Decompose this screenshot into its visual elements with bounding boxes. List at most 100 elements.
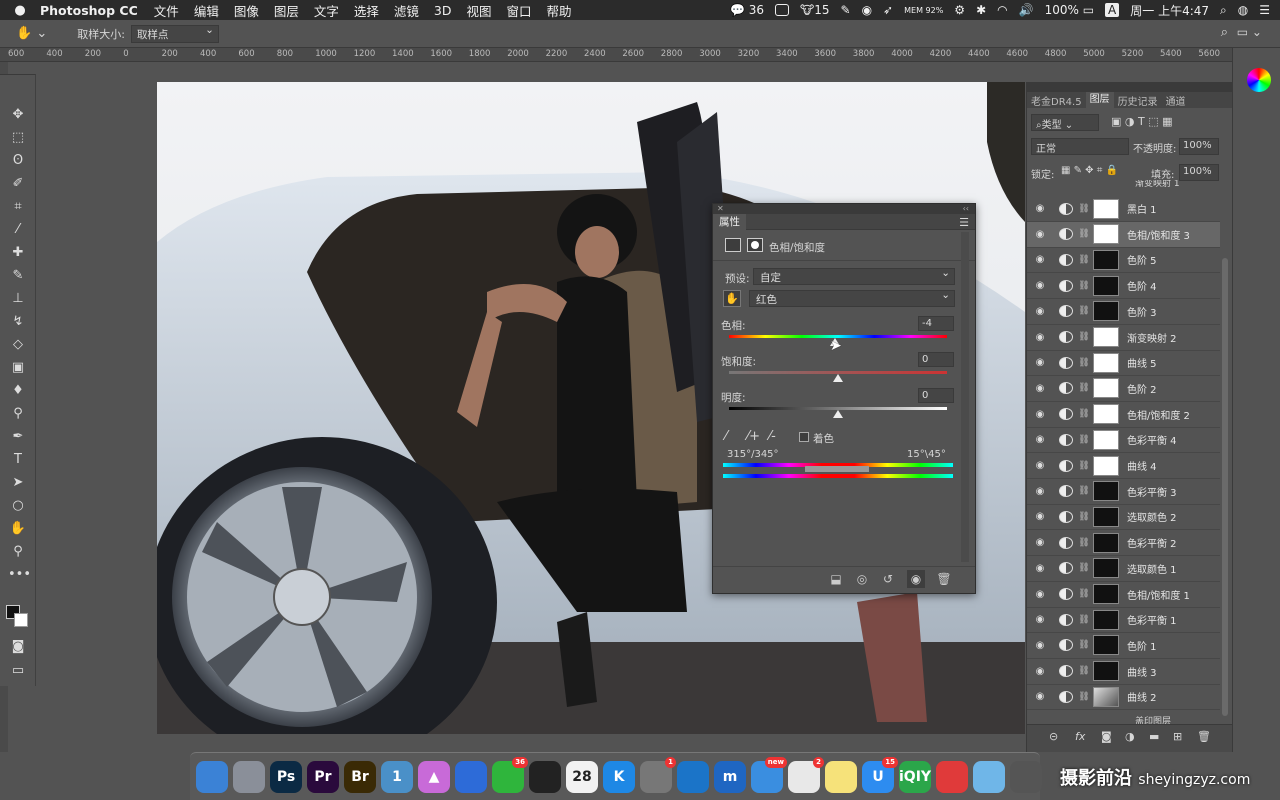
tab-layers[interactable]: 图层 [1085,92,1114,108]
toggle-visibility-icon[interactable]: ◉ [907,570,925,588]
link-icon[interactable]: ⛓ [1077,692,1091,702]
hand-tool-preset-icon[interactable]: ✋ ⌄ [16,26,47,41]
layer-row-partial-bottom[interactable]: 盖印图层 [1027,714,1220,724]
visibility-eye-icon[interactable]: ◉ [1027,511,1053,522]
layer-row[interactable]: ◉ ⛓ 黑白 1 [1027,196,1220,222]
browser-icon[interactable] [677,760,709,793]
tab-properties[interactable]: 属性 [713,213,746,230]
bird-status-icon[interactable]: ➶ [883,3,893,17]
status-app-icon[interactable] [775,4,790,16]
zoom-tool-icon[interactable]: ⚲ [8,542,28,562]
layer-row[interactable]: ◉ ⛓ 选取颜色 2 [1027,504,1220,531]
search-icon[interactable]: ⌕ [1221,25,1228,40]
wechat-status-icon[interactable]: 💬 36 [730,3,764,17]
trash-icon[interactable] [1010,760,1042,793]
crop-tool-icon[interactable]: ⌗ [8,197,28,217]
mweb-icon[interactable]: m [714,760,746,793]
layer-mask-thumbnail[interactable] [1093,506,1119,527]
visibility-eye-icon[interactable]: ◉ [1027,614,1053,625]
clip-to-layer-icon[interactable]: ⬓ [827,570,845,588]
tab-laojin[interactable]: 老金DR4.5 [1027,93,1086,108]
photoshop-icon[interactable]: Ps [270,760,302,793]
layer-mask-thumbnail[interactable] [1093,584,1119,604]
history-brush-tool-icon[interactable]: ↯ [8,312,28,332]
opacity-input[interactable]: 100% [1179,138,1219,155]
link-icon[interactable]: ⛓ [1077,615,1091,625]
layer-mask-thumbnail[interactable] [1093,635,1119,656]
visibility-eye-icon[interactable]: ◉ [1027,203,1053,214]
eyedropper-subtract-icon[interactable]: ⁄- [769,429,776,444]
layer-row[interactable]: ◉ ⛓ 色相/饱和度 3 [1027,221,1220,248]
link-icon[interactable]: ⛓ [1077,486,1091,496]
visibility-eye-icon[interactable]: ◉ [1027,332,1053,343]
link-icon[interactable]: ⛓ [1077,281,1091,291]
clock[interactable]: 周一 上午4:47 [1130,2,1209,19]
layer-mask-thumbnail[interactable] [1093,275,1119,296]
wifi-icon[interactable]: ◠ [997,3,1007,17]
layer-mask-thumbnail[interactable] [1093,404,1119,425]
hand-tool-icon[interactable]: ✋ [8,519,28,539]
menu-help[interactable]: 帮助 [547,1,572,20]
link-icon[interactable]: ⛓ [1077,512,1091,522]
lightness-input[interactable]: 0 [918,388,954,403]
link-icon[interactable]: ⛓ [1077,589,1091,599]
spotlight-icon[interactable]: ⌕ [1220,3,1227,18]
add-mask-icon[interactable]: ◙ [1101,730,1112,743]
layer-mask-thumbnail[interactable] [1093,352,1119,373]
move-tool-icon[interactable]: ✥ [8,105,28,125]
visibility-eye-icon[interactable]: ◉ [1027,357,1053,368]
fx-icon[interactable]: fx [1075,730,1085,743]
link-icon[interactable]: ⛓ [1077,229,1091,239]
panel-menu-icon[interactable]: ☰ [959,216,969,229]
blend-mode-select[interactable]: 正常 [1031,138,1129,155]
layer-row[interactable]: ◉ ⛓ 曲线 2 [1027,684,1220,711]
quick-select-tool-icon[interactable]: ✐ [8,174,28,194]
volume-icon[interactable]: 🔊 [1019,3,1034,17]
visibility-eye-icon[interactable]: ◉ [1027,409,1053,420]
healing-brush-tool-icon[interactable]: ✚ [8,243,28,263]
layer-mask-thumbnail[interactable] [1093,224,1119,245]
marquee-tool-icon[interactable]: ⬚ [8,128,28,148]
link-icon[interactable]: ⛓ [1077,255,1091,265]
misc-app-icon[interactable] [973,760,1005,793]
layer-mask-thumbnail[interactable] [1093,609,1119,630]
finder-icon[interactable] [196,760,228,793]
layer-mask-thumbnail[interactable] [1093,481,1119,502]
layer-row[interactable]: ◉ ⛓ 色阶 4 [1027,273,1220,300]
layer-mask-thumbnail[interactable] [1093,455,1119,476]
visibility-eye-icon[interactable]: ◉ [1027,691,1053,702]
saturation-input[interactable]: 0 [918,352,954,367]
visibility-eye-icon[interactable]: ◉ [1027,589,1053,600]
1password-icon[interactable]: 1 [381,760,413,793]
visibility-eye-icon[interactable]: ◉ [1027,563,1053,574]
stylus-status-icon[interactable]: ✎ [841,3,851,17]
link-icon[interactable]: ⛓ [1077,332,1091,342]
layer-row[interactable]: ◉ ⛓ 色阶 3 [1027,299,1220,325]
layer-row[interactable]: ◉ ⛓ 色阶 5 [1027,247,1220,274]
notification-center-icon[interactable]: ☰ [1259,3,1270,17]
menu-window[interactable]: 窗口 [507,1,532,20]
layer-row[interactable]: ◉ ⛓ 色相/饱和度 2 [1027,402,1220,428]
filter-kind-select[interactable]: ⌕类型 ⌄ [1031,114,1099,131]
layer-mask-thumbnail[interactable] [1093,327,1119,347]
prism-icon[interactable]: ▲ [418,760,450,793]
menu-filter[interactable]: 滤镜 [394,1,419,20]
layer-row[interactable]: ◉ ⛓ 选取颜色 1 [1027,556,1220,582]
targeted-adjustment-hand-icon[interactable]: ✋ [723,290,741,307]
layers-panel-topbar[interactable] [1027,82,1232,92]
layer-row[interactable]: ◉ ⛓ 曲线 5 [1027,350,1220,377]
calendar-icon[interactable]: 28 [566,760,598,793]
tab-history[interactable]: 历史记录 [1114,93,1162,108]
channel-select[interactable]: 红色 [749,289,955,307]
fill-input[interactable]: 100% [1179,164,1219,181]
visibility-eye-icon[interactable]: ◉ [1027,666,1053,677]
menu-layer[interactable]: 图层 [274,1,299,20]
iqiyi-icon[interactable]: iQIY [899,760,931,793]
background-color-swatch[interactable] [14,613,28,627]
cat-status-icon[interactable]: 🐮15 [800,3,829,17]
delete-layer-icon[interactable]: 🗑 [1197,730,1211,743]
range-selector[interactable] [805,466,869,472]
menu-edit[interactable]: 编辑 [194,1,219,20]
menu-type[interactable]: 文字 [314,1,339,20]
layer-mask-thumbnail[interactable] [1093,249,1119,270]
